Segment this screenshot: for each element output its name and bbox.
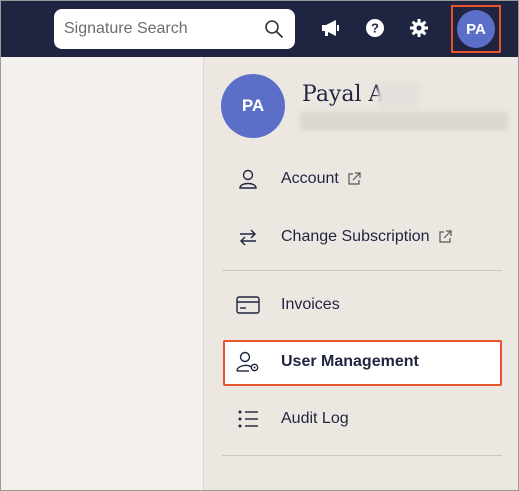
menu-item-label: Account: [281, 170, 339, 187]
svg-text:?: ?: [371, 21, 379, 36]
megaphone-icon[interactable]: [320, 17, 342, 39]
menu-item-account[interactable]: Account: [224, 159, 504, 199]
search-input[interactable]: Signature Search: [64, 20, 263, 38]
credit-card-icon: [236, 293, 260, 317]
top-bar: Signature Search ? PA: [1, 1, 518, 57]
menu-item-label: Audit Log: [281, 410, 349, 427]
swap-arrows-icon: [236, 225, 260, 249]
search-box[interactable]: Signature Search: [54, 9, 295, 49]
redacted-name: [378, 83, 420, 109]
user-icon: [236, 167, 260, 191]
list-icon: [236, 407, 260, 431]
menu-item-invoices[interactable]: Invoices: [224, 285, 504, 325]
profile-avatar: PA: [221, 74, 285, 138]
redacted-email: [300, 112, 508, 130]
user-settings-icon: [236, 350, 260, 374]
external-link-icon: [347, 171, 363, 187]
menu-item-user-management[interactable]: User Management: [224, 342, 504, 382]
search-icon[interactable]: [263, 18, 285, 40]
menu-item-label: User Management: [281, 353, 419, 370]
menu-divider: [222, 270, 502, 271]
profile-name: Payal A: [302, 82, 385, 107]
menu-item-label: Change Subscription: [281, 228, 430, 245]
menu-divider: [222, 455, 502, 456]
profile-dropdown-menu: PA Payal A Account Change Subscription I…: [203, 57, 518, 490]
avatar[interactable]: PA: [457, 10, 495, 48]
settings-icon[interactable]: [408, 17, 430, 39]
profile-avatar-button[interactable]: PA: [451, 5, 501, 53]
menu-item-audit-log[interactable]: Audit Log: [224, 399, 504, 439]
menu-item-change-subscription[interactable]: Change Subscription: [224, 217, 504, 257]
app-window: Signature Search ? PA PA Payal A Account…: [0, 0, 519, 491]
help-icon[interactable]: ?: [364, 17, 386, 39]
external-link-icon: [438, 229, 454, 245]
main-content-area: [1, 57, 203, 490]
menu-item-label: Invoices: [281, 296, 340, 313]
